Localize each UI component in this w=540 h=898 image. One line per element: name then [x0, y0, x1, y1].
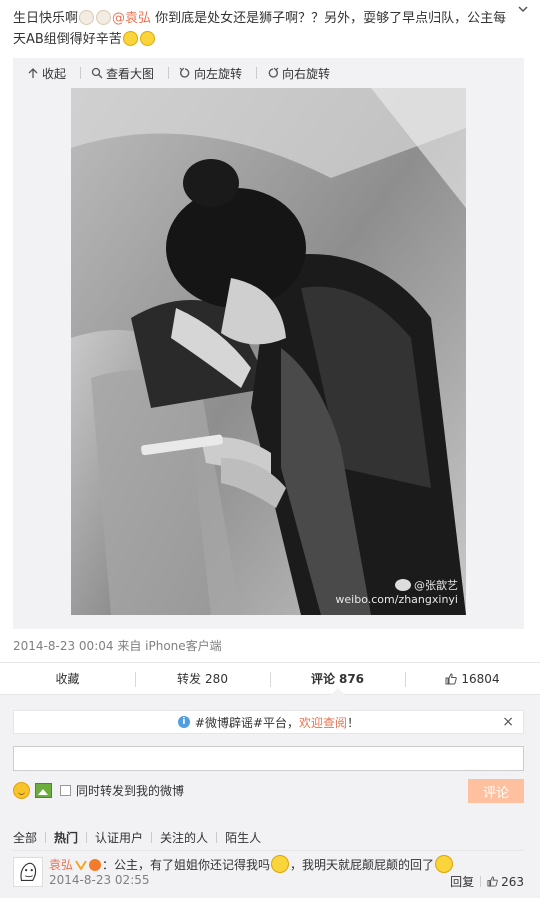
also-forward-label[interactable]: 同时转发到我的微博 — [76, 782, 184, 799]
rotate-right-button[interactable]: 向右旋转 — [267, 65, 330, 82]
weibo-logo-icon — [395, 579, 411, 591]
toolbar-divider — [168, 67, 170, 79]
repost-button[interactable]: 转发 280 — [135, 663, 270, 694]
collapse-label: 收起 — [42, 66, 67, 81]
repost-count: 280 — [205, 671, 228, 686]
filter-strangers[interactable]: 陌生人 — [225, 829, 261, 846]
also-forward-checkbox[interactable] — [60, 784, 71, 796]
grin-emoji-icon — [435, 855, 454, 873]
close-icon[interactable]: × — [502, 714, 514, 730]
comment-text-tail: ，我明天就屁颠屁颠的回了 — [290, 858, 435, 872]
notice-text: #微博辟谣#平台， — [194, 715, 300, 730]
laugh-cry-emoji-icon — [122, 31, 138, 46]
comment-text: ：公主，有了姐姐你还记得我吗 — [102, 858, 271, 872]
media-panel: 收起 查看大图 向左旋转 向右旋转 @张歆艺 weibo.com/zhangxi… — [13, 58, 524, 629]
comment-filter-tabs: 全部 热门 认证用户 关注的人 陌生人 — [13, 829, 261, 845]
submit-comment-button[interactable]: 评论 — [468, 779, 524, 803]
comment-time: 2014-8-23 02:55 — [49, 873, 150, 887]
comment-actions: 回复 263 — [450, 873, 524, 890]
comment-label: 评论 — [310, 672, 335, 686]
collapse-button[interactable]: 收起 — [27, 65, 66, 82]
comment-username[interactable]: 袁弘 — [49, 858, 73, 872]
rotate-left-label: 向左旋转 — [194, 66, 243, 81]
rotate-left-icon — [179, 67, 190, 78]
favorite-button[interactable]: 收藏 — [0, 663, 135, 694]
notice-link[interactable]: 欢迎查阅 — [299, 714, 347, 731]
mention-link[interactable]: @袁弘 — [112, 11, 151, 26]
verified-v-icon — [75, 860, 87, 870]
watermark-name: @张歆艺 — [414, 579, 458, 592]
compose-toolbar: 同时转发到我的微博 评论 — [13, 779, 524, 803]
thumbs-up-icon[interactable] — [487, 876, 498, 887]
comment-input[interactable] — [13, 746, 524, 771]
filter-divider — [45, 831, 47, 843]
rotate-right-label: 向右旋转 — [282, 66, 331, 81]
photo-illustration — [71, 88, 466, 615]
filter-all[interactable]: 全部 — [13, 829, 37, 846]
toolbar-divider — [256, 67, 258, 79]
medal-badge-icon[interactable] — [89, 859, 102, 871]
collapse-up-icon — [28, 68, 38, 78]
rotate-right-icon — [268, 67, 279, 78]
laugh-cry-emoji-icon — [139, 31, 155, 46]
filter-verified[interactable]: 认证用户 — [95, 829, 143, 846]
comment-action-divider — [480, 876, 482, 887]
post-photo[interactable]: @张歆艺 weibo.com/zhangxinyi — [71, 88, 466, 615]
comment-row: 袁弘 ：公主，有了姐姐你还记得我吗 ，我明天就屁颠屁颠的回了 2014-8-23 0… — [13, 850, 524, 894]
favorite-label: 收藏 — [55, 672, 80, 686]
avatar[interactable] — [13, 857, 43, 887]
reply-button[interactable]: 回复 — [450, 873, 474, 890]
repost-label: 转发 — [177, 672, 202, 686]
emoji-picker-icon[interactable] — [13, 781, 30, 799]
post-meta: 2014-8-23 00:04 来自 iPhone客户端 — [13, 637, 222, 654]
post-text: 生日快乐啊 @袁弘 你到底是处女还是狮子啊？？另外，耍够了早点归队，公主每天AB组… — [13, 8, 513, 50]
view-large-label: 查看大图 — [106, 66, 155, 81]
thumbs-up-icon — [445, 672, 458, 684]
comment-body: 袁弘 ：公主，有了姐姐你还记得我吗 ，我明天就屁颠屁颠的回了 — [49, 855, 519, 873]
rotate-left-button[interactable]: 向左旋转 — [179, 65, 242, 82]
comment-button[interactable]: 评论 876 — [270, 663, 405, 695]
filter-divider — [86, 831, 88, 843]
post-timestamp[interactable]: 2014-8-23 00:04 — [13, 639, 114, 653]
filter-following[interactable]: 关注的人 — [160, 829, 208, 846]
image-upload-icon[interactable] — [35, 782, 52, 798]
toolbar-divider — [80, 67, 82, 79]
avatar-illustration — [14, 858, 42, 886]
search-icon — [91, 67, 103, 79]
like-button[interactable]: 16804 — [405, 663, 540, 694]
view-large-button[interactable]: 查看大图 — [91, 65, 154, 82]
post-source: 来自 iPhone客户端 — [117, 639, 222, 653]
post-action-bar: 收藏 转发 280 评论 876 16804 — [0, 662, 540, 695]
notice-text-end: ！ — [347, 715, 360, 730]
like-count: 16804 — [461, 671, 500, 686]
post-text-segment: 生日快乐啊 — [13, 11, 79, 26]
photo-watermark: @张歆艺 weibo.com/zhangxinyi — [335, 579, 458, 607]
filter-divider — [216, 831, 218, 843]
chevron-down-icon[interactable] — [516, 2, 530, 16]
comment-panel: i #微博辟谣#平台， 欢迎查阅！ × 同时转发到我的微博 评论 全部 热门 认证… — [0, 695, 540, 898]
comment-count: 876 — [338, 671, 365, 686]
active-tab-caret — [330, 688, 345, 695]
media-toolbar: 收起 查看大图 向左旋转 向右旋转 — [13, 58, 524, 88]
filter-hot[interactable]: 热门 — [54, 829, 78, 846]
rumor-notice-banner: i #微博辟谣#平台， 欢迎查阅！ × — [13, 710, 524, 734]
cake-emoji-icon — [79, 10, 95, 25]
cake-emoji-icon — [96, 10, 112, 25]
comment-like-count: 263 — [501, 874, 524, 889]
watermark-url: weibo.com/zhangxinyi — [335, 593, 458, 606]
filter-divider — [151, 831, 153, 843]
info-icon: i — [177, 716, 190, 728]
wink-emoji-icon — [271, 855, 290, 873]
